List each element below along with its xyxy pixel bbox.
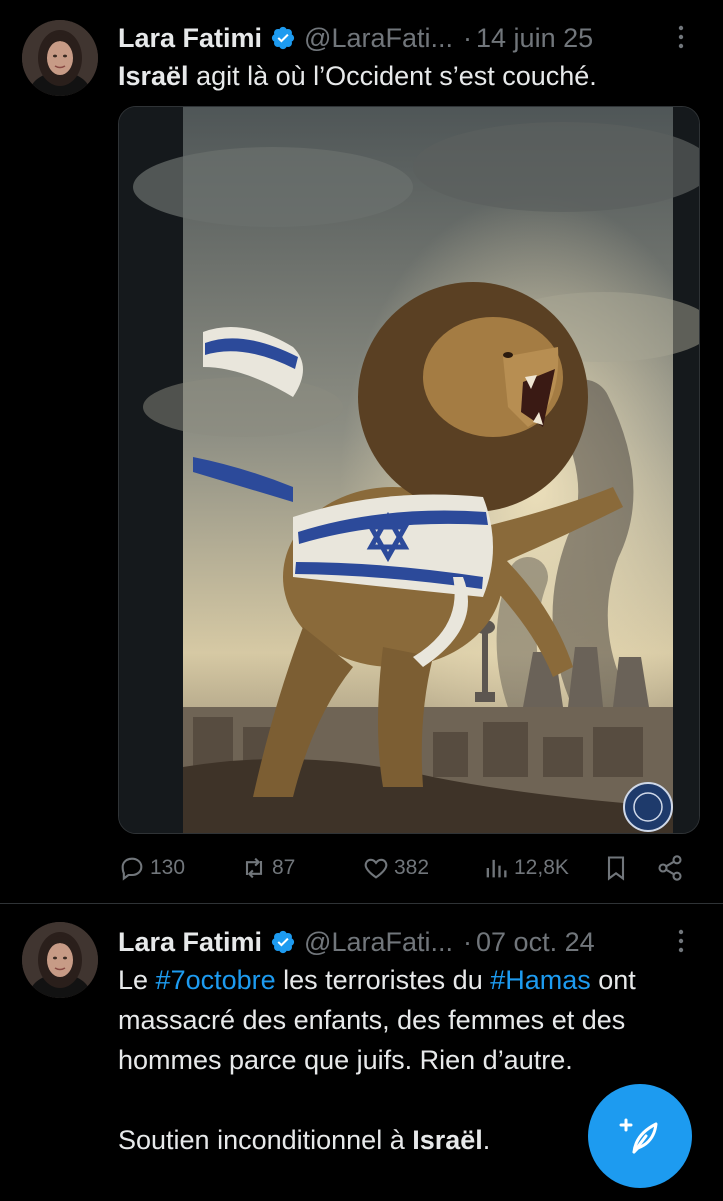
compose-post-icon [619,1118,658,1154]
tweet-text-bold: Israël [118,61,189,91]
avatar[interactable] [22,922,98,998]
tweet-actions: 130 87 382 12,8K [118,850,690,886]
author-name[interactable]: Lara Fatimi [118,927,262,958]
tweet-media[interactable] [118,106,700,834]
post-date[interactable]: 07 oct. 24 [476,927,595,958]
tweet-text-rest: agit là où l’Occident s’est couché. [188,61,597,91]
post-date[interactable]: 14 juin 25 [476,23,593,54]
share-button[interactable] [656,850,688,886]
bookmark-button[interactable] [602,850,634,886]
like-count: 382 [394,856,430,879]
separator-dot: · [463,926,473,957]
tweet-paragraph: Le #7octobre les terroristes du #Hamas o… [118,960,678,1080]
reply-count: 130 [150,856,186,879]
views-icon [486,859,507,878]
reply-button[interactable]: 130 [118,850,185,886]
more-options-icon[interactable] [669,926,693,956]
reply-icon [121,857,143,881]
repost-count: 87 [272,856,296,879]
author-name[interactable]: Lara Fatimi [118,23,262,54]
tweet-header: Lara Fatimi @LaraFati... · 14 juin 25 [118,18,693,58]
more-options-icon[interactable] [669,22,693,52]
like-button[interactable]: 382 [362,850,429,886]
repost-button[interactable]: 87 [240,850,295,886]
bookmark-icon [607,856,625,881]
author-handle[interactable]: @LaraFati... [304,23,453,54]
author-handle[interactable]: @LaraFati... [304,927,453,958]
separator-dot: · [463,22,473,53]
tweet-text: Israël agit là où l’Occident s’est couch… [118,56,693,96]
views-count: 12,8K [514,856,569,879]
tweet-header: Lara Fatimi @LaraFati... · 07 oct. 24 [118,922,693,962]
tweet[interactable]: Lara Fatimi @LaraFati... · 14 juin 25 Is… [0,0,723,903]
verified-badge-icon [271,930,295,954]
lion-flag-illustration [119,107,699,833]
avatar[interactable] [22,20,98,96]
text-segment-bold: Israël [412,1125,483,1155]
repost-icon [245,857,263,879]
compose-post-button[interactable] [588,1084,692,1188]
verified-badge-icon [271,26,295,50]
hashtag-link[interactable]: #Hamas [490,965,591,995]
hashtag-link[interactable]: #7octobre [156,965,276,995]
views-button[interactable]: 12,8K [482,850,569,886]
text-segment: . [482,1125,491,1155]
heart-icon [364,858,388,879]
text-segment: Le [118,965,156,995]
share-icon [658,855,682,881]
text-segment: Soutien inconditionnel à [118,1125,413,1155]
text-segment: les terroristes du [275,965,491,995]
